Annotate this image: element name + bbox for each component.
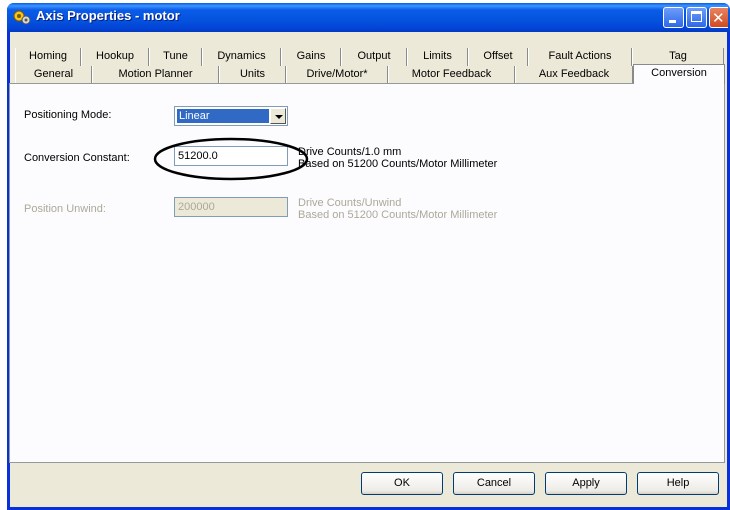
maximize-icon (691, 11, 702, 22)
title-bar[interactable]: Axis Properties - motor ✕ (7, 3, 730, 32)
tab-offset[interactable]: Offset (468, 48, 528, 66)
unwind-units-text: Drive Counts/Unwind Based on 51200 Count… (298, 197, 497, 221)
position-unwind-input: 200000 (174, 197, 288, 217)
tab-conversion[interactable]: Conversion (633, 64, 725, 84)
minimize-button[interactable] (663, 7, 684, 28)
maximize-button[interactable] (686, 7, 707, 28)
close-button[interactable]: ✕ (709, 7, 728, 28)
conversion-units-line2: Based on 51200 Counts/Motor Millimeter (298, 158, 498, 170)
apply-button[interactable]: Apply (545, 472, 627, 495)
positioning-mode-value: Linear (177, 109, 269, 123)
conversion-constant-label: Conversion Constant: (24, 152, 130, 164)
tab-homing[interactable]: Homing (15, 48, 81, 66)
tab-dynamics[interactable]: Dynamics (202, 48, 281, 66)
tab-hookup[interactable]: Hookup (81, 48, 149, 66)
positioning-mode-label: Positioning Mode: (24, 109, 112, 121)
tab-motion-planner[interactable]: Motion Planner (92, 66, 219, 84)
tab-gains[interactable]: Gains (281, 48, 341, 66)
tab-aux-feedback[interactable]: Aux Feedback (515, 66, 633, 84)
chevron-down-icon (275, 115, 283, 119)
dropdown-button[interactable] (270, 108, 286, 124)
tab-units[interactable]: Units (219, 66, 286, 84)
minimize-icon (669, 20, 676, 23)
tab-fault-actions[interactable]: Fault Actions (528, 48, 632, 66)
tab-limits[interactable]: Limits (407, 48, 468, 66)
tab-tune[interactable]: Tune (149, 48, 202, 66)
close-icon: ✕ (712, 9, 725, 27)
tab-output[interactable]: Output (341, 48, 407, 66)
conversion-panel (9, 83, 725, 463)
conversion-units-text: Drive Counts/1.0 mm Based on 51200 Count… (298, 146, 497, 170)
unwind-units-line1: Drive Counts/Unwind (298, 197, 402, 209)
conversion-units-line1: Drive Counts/1.0 mm (298, 146, 402, 158)
cancel-button[interactable]: Cancel (453, 472, 535, 495)
ok-button[interactable]: OK (361, 472, 443, 495)
conversion-constant-input[interactable]: 51200.0 (174, 146, 288, 166)
axis-gear-icon (13, 10, 31, 25)
tab-drive-motor[interactable]: Drive/Motor* (286, 66, 388, 84)
unwind-units-line2: Based on 51200 Counts/Motor Millimeter (298, 209, 498, 221)
window-title: Axis Properties - motor (36, 8, 180, 23)
position-unwind-label: Position Unwind: (24, 203, 106, 215)
tab-general[interactable]: General (15, 66, 92, 84)
help-button[interactable]: Help (637, 472, 719, 495)
positioning-mode-select[interactable]: Linear (174, 106, 288, 126)
tab-motor-feedback[interactable]: Motor Feedback (388, 66, 515, 84)
